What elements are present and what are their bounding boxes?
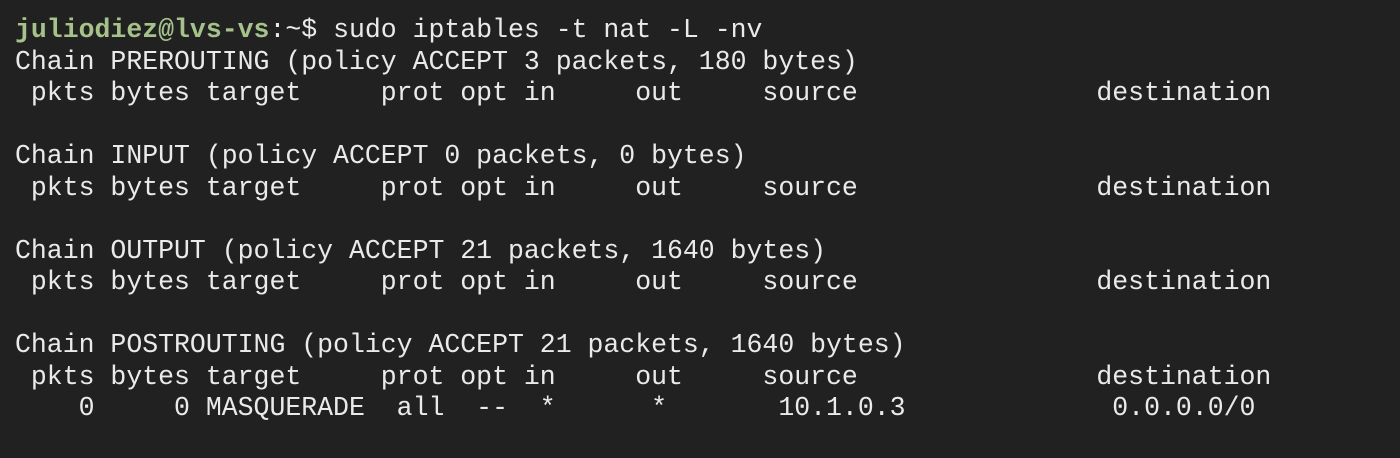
column-headers: pkts bytes target prot opt in out source…	[15, 172, 1272, 203]
chain-input-header: Chain INPUT (policy ACCEPT 0 packets, 0 …	[15, 141, 747, 171]
rule-row-masquerade: 0 0 MASQUERADE all -- * * 10.1.0.3 0.0.0…	[15, 393, 1256, 423]
prompt-user-host: juliodiez@lvs-vs	[15, 15, 270, 45]
prompt-line: juliodiez@lvs-vs:~$ sudo iptables -t nat…	[15, 15, 1400, 47]
column-headers: pkts bytes target prot opt in out source…	[15, 78, 1272, 108]
chain-output-header: Chain OUTPUT (policy ACCEPT 21 packets, …	[15, 235, 827, 266]
chain-prerouting-header: Chain PREROUTING (policy ACCEPT 3 packet…	[15, 46, 858, 77]
chain-postrouting-header: Chain POSTROUTING (policy ACCEPT 21 pack…	[15, 330, 906, 360]
column-headers: pkts bytes target prot opt in out source…	[15, 267, 1272, 297]
column-headers: pkts bytes target prot opt in out source…	[15, 361, 1272, 392]
prompt-path: :~$	[269, 15, 318, 45]
terminal-window[interactable]: juliodiez@lvs-vs:~$ sudo iptables -t nat…	[0, 0, 1400, 458]
command-text: sudo iptables -t nat -L -nv	[317, 15, 763, 45]
